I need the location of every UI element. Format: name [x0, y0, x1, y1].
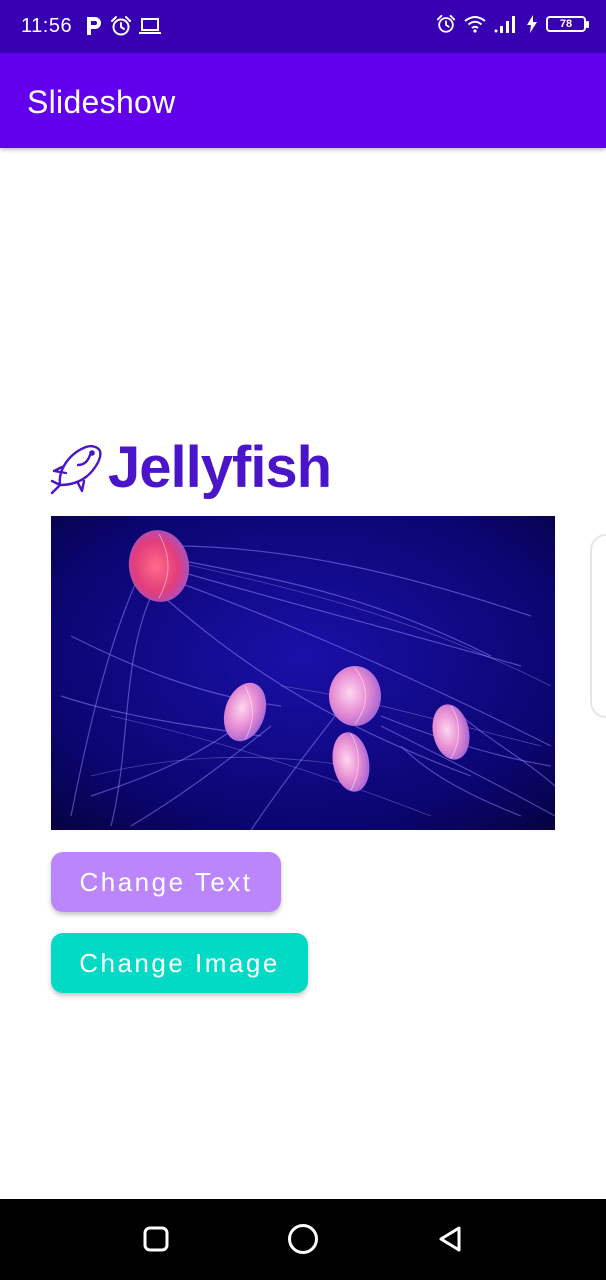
home-button[interactable]	[283, 1219, 323, 1259]
home-icon	[288, 1224, 318, 1254]
charging-icon	[527, 15, 537, 33]
recents-button[interactable]	[136, 1219, 176, 1259]
slide-title: Jellyfish	[108, 434, 332, 500]
app-title: Slideshow	[27, 84, 176, 120]
change-text-button[interactable]: Change Text	[51, 852, 281, 912]
back-button[interactable]	[430, 1219, 470, 1259]
wifi-icon	[464, 16, 486, 33]
parking-icon	[87, 17, 101, 35]
laptop-icon	[139, 18, 161, 34]
signal-icon	[494, 16, 515, 33]
status-left-icons	[84, 15, 162, 37]
change-image-button[interactable]: Change Image	[51, 933, 308, 993]
recents-icon	[143, 1226, 169, 1252]
jellyfish-image	[51, 516, 555, 830]
side-drawer-handle[interactable]	[590, 534, 606, 718]
slide-title-row: Jellyfish	[48, 432, 332, 502]
change-text-button-label: Change Text	[79, 866, 253, 897]
status-bar: 11:56 78	[0, 0, 606, 53]
status-time: 11:56	[21, 15, 73, 37]
navigation-bar	[0, 1199, 606, 1280]
fish-icon	[50, 445, 102, 495]
alarm-icon	[111, 16, 131, 36]
alarm-icon	[436, 14, 456, 33]
battery-icon: 78	[546, 16, 589, 32]
status-right-icons: 78	[436, 14, 589, 34]
battery-level: 78	[559, 18, 573, 30]
app-bar: Slideshow	[0, 53, 606, 148]
back-icon	[439, 1226, 461, 1252]
change-image-button-label: Change Image	[79, 947, 280, 978]
